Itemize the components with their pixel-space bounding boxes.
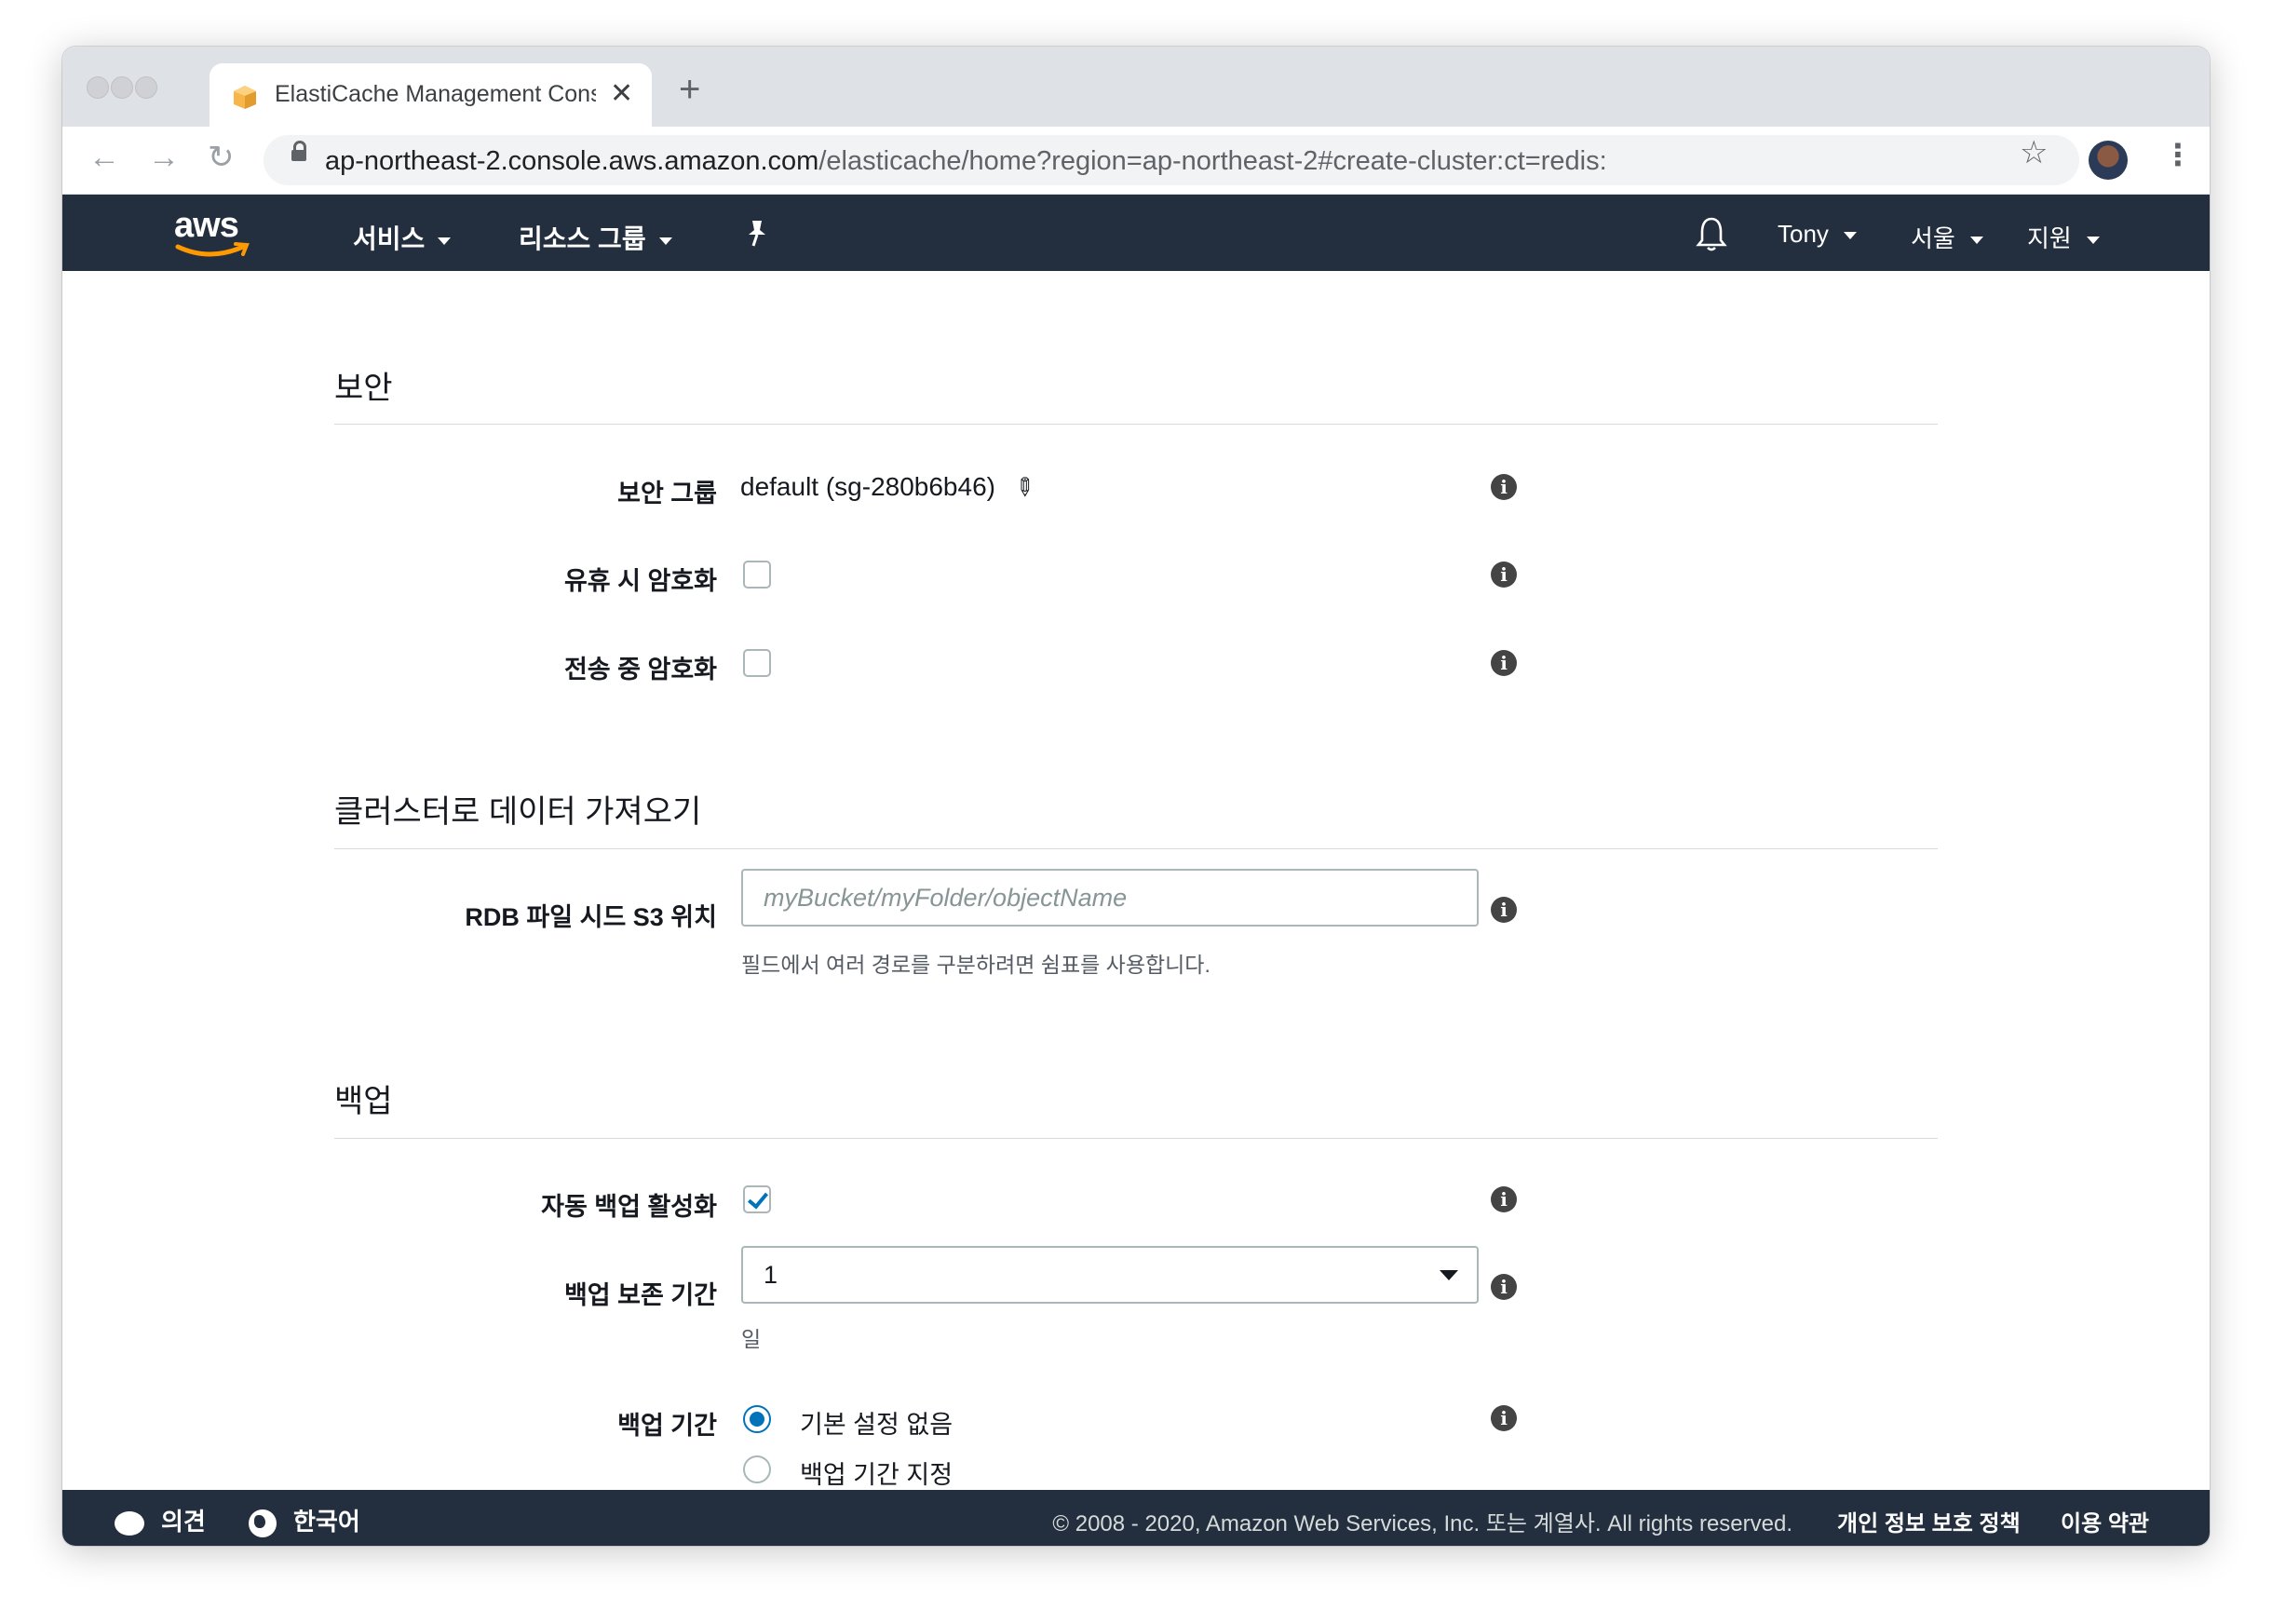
resource-groups-menu[interactable]: 리소스 그룹 <box>519 219 672 256</box>
backup-retention-unit: 일 <box>741 1327 762 1351</box>
backup-retention-label: 백업 보존 기간 <box>563 1281 717 1309</box>
security-group-label: 보안 그룹 <box>617 480 717 508</box>
services-label: 서비스 <box>353 224 426 253</box>
maximize-window-button[interactable] <box>135 76 157 99</box>
chevron-down-icon <box>1843 232 1857 240</box>
lock-icon <box>291 141 306 161</box>
language-label: 한국어 <box>293 1508 360 1536</box>
info-icon[interactable]: i <box>1491 1274 1517 1300</box>
security-group-value: default (sg-280b6b46) ✎ <box>740 470 1042 505</box>
section-title-security: 보안 <box>334 371 393 406</box>
globe-icon <box>249 1509 277 1538</box>
aws-logo-text: aws <box>174 206 239 245</box>
chat-bubble-icon <box>115 1511 144 1536</box>
rdb-s3-location-input[interactable]: myBucket/myFolder/objectName <box>741 869 1479 927</box>
tab-title: ElastiCache Management Console <box>275 81 596 107</box>
terms-of-use-link[interactable]: 이용 약관 <box>2061 1505 2149 1537</box>
url-path: /elasticache/home?region=ap-northeast-2#… <box>818 146 1607 176</box>
backup-retention-value: 1 <box>764 1261 778 1289</box>
tab-strip: ElastiCache Management Console ✕ + <box>62 47 2210 127</box>
bell-icon[interactable] <box>1696 215 1727 259</box>
divider <box>334 848 1938 849</box>
browser-window: ElastiCache Management Console ✕ + ← → ↻… <box>62 47 2210 1546</box>
browser-menu-icon[interactable]: ⋮ <box>2163 140 2193 169</box>
divider <box>334 1138 1938 1139</box>
info-icon[interactable]: i <box>1491 897 1517 923</box>
aws-console-header: aws 서비스 리소스 그룹 Tony 서울 지원 <box>62 195 2210 271</box>
info-icon[interactable]: i <box>1491 1186 1517 1212</box>
chevron-down-icon <box>2086 237 2100 245</box>
tab-close-icon[interactable]: ✕ <box>610 77 633 110</box>
section-title-backup: 백업 <box>334 1084 393 1119</box>
aws-logo[interactable]: aws <box>174 206 252 262</box>
minimize-window-button[interactable] <box>111 76 133 99</box>
url-host: ap-northeast-2.console.aws.amazon.com <box>325 146 819 176</box>
feedback-label: 의견 <box>161 1508 206 1536</box>
account-menu[interactable]: Tony <box>1778 220 1857 249</box>
copyright-text: © 2008 - 2020, Amazon Web Services, Inc.… <box>1052 1511 1792 1536</box>
close-window-button[interactable] <box>87 76 109 99</box>
backup-window-radio-no-preference[interactable] <box>743 1405 771 1433</box>
chevron-down-icon <box>438 237 452 245</box>
aws-box-favicon-icon <box>234 86 256 109</box>
backup-retention-select[interactable]: 1 <box>741 1246 1479 1304</box>
main-content: 보안 보안 그룹 default (sg-280b6b46) ✎ i 유휴 시 암… <box>62 271 2210 1500</box>
encryption-in-transit-checkbox[interactable] <box>743 649 771 677</box>
browser-tab-active[interactable]: ElastiCache Management Console ✕ <box>210 63 652 127</box>
aws-smile-icon <box>175 242 250 257</box>
security-group-text: default (sg-280b6b46) <box>740 472 995 501</box>
chevron-down-icon <box>658 237 672 245</box>
encryption-at-rest-checkbox[interactable] <box>743 561 771 589</box>
region-label: 서울 <box>1911 224 1955 252</box>
console-footer: 의견 한국어 © 2008 - 2020, Amazon Web Service… <box>62 1490 2210 1546</box>
feedback-link[interactable]: 의견 <box>115 1503 206 1537</box>
backup-window-radio-specify[interactable] <box>743 1455 771 1483</box>
region-menu[interactable]: 서울 <box>1911 220 1983 254</box>
support-label: 지원 <box>2027 224 2072 252</box>
account-name: Tony <box>1778 220 1829 248</box>
url-text[interactable]: ap-northeast-2.console.aws.amazon.com/el… <box>325 146 1607 177</box>
profile-avatar[interactable] <box>2089 141 2128 180</box>
auto-backup-checkbox[interactable] <box>743 1185 771 1213</box>
info-icon[interactable]: i <box>1491 650 1517 676</box>
info-icon[interactable]: i <box>1491 1405 1517 1431</box>
forward-arrow-icon[interactable]: → <box>148 142 180 173</box>
pencil-icon[interactable]: ✎ <box>1007 470 1042 505</box>
divider <box>334 424 1938 425</box>
browser-toolbar: ← → ↻ ap-northeast-2.console.aws.amazon.… <box>62 127 2210 195</box>
auto-backup-label: 자동 백업 활성화 <box>541 1193 717 1221</box>
address-bar[interactable]: ap-northeast-2.console.aws.amazon.com/el… <box>264 135 2079 185</box>
services-menu[interactable]: 서비스 <box>353 219 452 256</box>
language-selector[interactable]: 한국어 <box>249 1503 360 1538</box>
rdb-s3-location-label: RDB 파일 시드 S3 위치 <box>465 903 717 931</box>
section-title-import: 클러스터로 데이터 가져오기 <box>334 794 702 830</box>
privacy-policy-link[interactable]: 개인 정보 보호 정책 <box>1837 1505 2021 1537</box>
support-menu[interactable]: 지원 <box>2027 220 2100 254</box>
bookmark-star-icon[interactable]: ☆ <box>2020 134 2048 171</box>
back-arrow-icon[interactable]: ← <box>88 142 120 173</box>
pin-icon[interactable] <box>744 219 770 253</box>
reload-icon[interactable]: ↻ <box>208 142 235 173</box>
backup-window-label: 백업 기간 <box>617 1412 717 1440</box>
chevron-down-icon <box>1969 237 1983 245</box>
info-icon[interactable]: i <box>1491 474 1517 500</box>
backup-window-option-label: 기본 설정 없음 <box>800 1411 953 1439</box>
dropdown-caret-icon <box>1440 1270 1458 1280</box>
new-tab-button[interactable]: + <box>679 71 700 108</box>
encryption-at-rest-label: 유휴 시 암호화 <box>563 567 717 595</box>
resource-groups-label: 리소스 그룹 <box>519 224 646 253</box>
info-icon[interactable]: i <box>1491 562 1517 588</box>
rdb-hint-text: 필드에서 여러 경로를 구분하려면 쉼표를 사용합니다. <box>741 953 1210 977</box>
encryption-in-transit-label: 전송 중 암호화 <box>563 656 717 683</box>
backup-window-option-label: 백업 기간 지정 <box>800 1461 953 1489</box>
